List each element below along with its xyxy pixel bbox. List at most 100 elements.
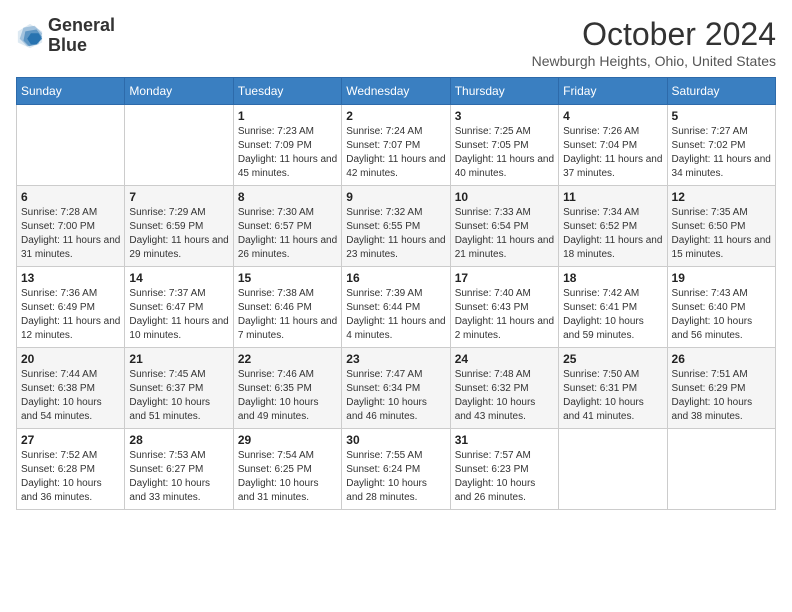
day-info: Sunrise: 7:42 AMSunset: 6:41 PMDaylight:…: [563, 287, 662, 343]
day-info: Sunrise: 7:54 AMSunset: 6:25 PMDaylight:…: [238, 449, 337, 505]
month-title: October 2024: [532, 16, 776, 53]
day-info: Sunrise: 7:48 AMSunset: 6:32 PMDaylight:…: [455, 368, 554, 424]
day-cell: 7 Sunrise: 7:29 AMSunset: 6:59 PMDaylight…: [125, 186, 233, 267]
day-cell: 24 Sunrise: 7:48 AMSunset: 6:32 PMDayligh…: [450, 348, 558, 429]
day-number: 3: [455, 109, 554, 123]
day-info: Sunrise: 7:37 AMSunset: 6:47 PMDaylight:…: [129, 287, 228, 343]
day-number: 27: [21, 433, 120, 447]
day-cell: 6 Sunrise: 7:28 AMSunset: 7:00 PMDaylight…: [17, 186, 125, 267]
day-number: 14: [129, 271, 228, 285]
day-cell: 27 Sunrise: 7:52 AMSunset: 6:28 PMDayligh…: [17, 429, 125, 510]
day-number: 16: [346, 271, 445, 285]
day-info: Sunrise: 7:53 AMSunset: 6:27 PMDaylight:…: [129, 449, 228, 505]
day-cell: 22Sunrise: 7:46 AMSunset: 6:35 PMDayligh…: [233, 348, 341, 429]
day-info: Sunrise: 7:36 AMSunset: 6:49 PMDaylight:…: [21, 287, 120, 343]
day-cell: [667, 429, 775, 510]
day-number: 11: [563, 190, 662, 204]
day-info: Sunrise: 7:32 AMSunset: 6:55 PMDaylight:…: [346, 206, 445, 262]
day-number: 20: [21, 352, 120, 366]
day-info: Sunrise: 7:33 AMSunset: 6:54 PMDaylight:…: [455, 206, 554, 262]
day-info: Sunrise: 7:29 AMSunset: 6:59 PMDaylight:…: [129, 206, 228, 262]
day-number: 30: [346, 433, 445, 447]
weekday-header-sunday: Sunday: [17, 78, 125, 105]
day-number: 29: [238, 433, 337, 447]
weekday-header-tuesday: Tuesday: [233, 78, 341, 105]
logo-icon: [16, 22, 44, 50]
day-cell: 13Sunrise: 7:36 AMSunset: 6:49 PMDayligh…: [17, 267, 125, 348]
day-cell: 10Sunrise: 7:33 AMSunset: 6:54 PMDayligh…: [450, 186, 558, 267]
day-cell: 19 Sunrise: 7:43 AMSunset: 6:40 PMDayligh…: [667, 267, 775, 348]
week-row-1: 1Sunrise: 7:23 AMSunset: 7:09 PMDaylight…: [17, 105, 776, 186]
weekday-header-row: SundayMondayTuesdayWednesdayThursdayFrid…: [17, 78, 776, 105]
day-info: Sunrise: 7:39 AMSunset: 6:44 PMDaylight:…: [346, 287, 445, 343]
title-section: October 2024 Newburgh Heights, Ohio, Uni…: [532, 16, 776, 69]
day-number: 26: [672, 352, 771, 366]
day-cell: 1Sunrise: 7:23 AMSunset: 7:09 PMDaylight…: [233, 105, 341, 186]
day-number: 9: [346, 190, 445, 204]
day-info: Sunrise: 7:52 AMSunset: 6:28 PMDaylight:…: [21, 449, 120, 505]
day-number: 24: [455, 352, 554, 366]
day-info: Sunrise: 7:27 AMSunset: 7:02 PMDaylight:…: [672, 125, 771, 181]
day-cell: 25 Sunrise: 7:50 AMSunset: 6:31 PMDayligh…: [559, 348, 667, 429]
day-number: 2: [346, 109, 445, 123]
day-cell: 23 Sunrise: 7:47 AMSunset: 6:34 PMDayligh…: [342, 348, 450, 429]
day-number: 5: [672, 109, 771, 123]
day-info: Sunrise: 7:38 AMSunset: 6:46 PMDaylight:…: [238, 287, 337, 343]
day-info: Sunrise: 7:23 AMSunset: 7:09 PMDaylight:…: [238, 125, 337, 181]
day-cell: 2 Sunrise: 7:24 AMSunset: 7:07 PMDaylight…: [342, 105, 450, 186]
day-cell: [125, 105, 233, 186]
day-number: 21: [129, 352, 228, 366]
day-info: Sunrise: 7:57 AMSunset: 6:23 PMDaylight:…: [455, 449, 554, 505]
day-cell: 14 Sunrise: 7:37 AMSunset: 6:47 PMDayligh…: [125, 267, 233, 348]
day-cell: 9 Sunrise: 7:32 AMSunset: 6:55 PMDaylight…: [342, 186, 450, 267]
logo-line2: Blue: [48, 36, 115, 56]
day-cell: 26 Sunrise: 7:51 AMSunset: 6:29 PMDayligh…: [667, 348, 775, 429]
day-info: Sunrise: 7:45 AMSunset: 6:37 PMDaylight:…: [129, 368, 228, 424]
day-cell: [17, 105, 125, 186]
day-cell: 4 Sunrise: 7:26 AMSunset: 7:04 PMDaylight…: [559, 105, 667, 186]
logo-line1: General: [48, 16, 115, 36]
day-cell: 8 Sunrise: 7:30 AMSunset: 6:57 PMDaylight…: [233, 186, 341, 267]
day-info: Sunrise: 7:28 AMSunset: 7:00 PMDaylight:…: [21, 206, 120, 262]
day-number: 19: [672, 271, 771, 285]
day-number: 23: [346, 352, 445, 366]
day-number: 17: [455, 271, 554, 285]
day-cell: 12Sunrise: 7:35 AMSunset: 6:50 PMDayligh…: [667, 186, 775, 267]
day-info: Sunrise: 7:50 AMSunset: 6:31 PMDaylight:…: [563, 368, 662, 424]
day-cell: 31 Sunrise: 7:57 AMSunset: 6:23 PMDayligh…: [450, 429, 558, 510]
day-cell: 20 Sunrise: 7:44 AMSunset: 6:38 PMDayligh…: [17, 348, 125, 429]
day-number: 7: [129, 190, 228, 204]
day-number: 22: [238, 352, 337, 366]
day-info: Sunrise: 7:43 AMSunset: 6:40 PMDaylight:…: [672, 287, 771, 343]
week-row-2: 6 Sunrise: 7:28 AMSunset: 7:00 PMDaylight…: [17, 186, 776, 267]
day-info: Sunrise: 7:24 AMSunset: 7:07 PMDaylight:…: [346, 125, 445, 181]
day-cell: 17Sunrise: 7:40 AMSunset: 6:43 PMDayligh…: [450, 267, 558, 348]
day-cell: 30 Sunrise: 7:55 AMSunset: 6:24 PMDayligh…: [342, 429, 450, 510]
day-cell: 18 Sunrise: 7:42 AMSunset: 6:41 PMDayligh…: [559, 267, 667, 348]
day-number: 6: [21, 190, 120, 204]
day-info: Sunrise: 7:55 AMSunset: 6:24 PMDaylight:…: [346, 449, 445, 505]
week-row-3: 13Sunrise: 7:36 AMSunset: 6:49 PMDayligh…: [17, 267, 776, 348]
day-cell: 3 Sunrise: 7:25 AMSunset: 7:05 PMDaylight…: [450, 105, 558, 186]
day-number: 18: [563, 271, 662, 285]
day-cell: 29 Sunrise: 7:54 AMSunset: 6:25 PMDayligh…: [233, 429, 341, 510]
day-info: Sunrise: 7:44 AMSunset: 6:38 PMDaylight:…: [21, 368, 120, 424]
weekday-header-monday: Monday: [125, 78, 233, 105]
day-number: 4: [563, 109, 662, 123]
day-info: Sunrise: 7:26 AMSunset: 7:04 PMDaylight:…: [563, 125, 662, 181]
day-number: 31: [455, 433, 554, 447]
day-number: 28: [129, 433, 228, 447]
day-info: Sunrise: 7:30 AMSunset: 6:57 PMDaylight:…: [238, 206, 337, 262]
day-info: Sunrise: 7:51 AMSunset: 6:29 PMDaylight:…: [672, 368, 771, 424]
day-info: Sunrise: 7:25 AMSunset: 7:05 PMDaylight:…: [455, 125, 554, 181]
logo-text: General Blue: [48, 16, 115, 56]
day-number: 25: [563, 352, 662, 366]
day-cell: 28 Sunrise: 7:53 AMSunset: 6:27 PMDayligh…: [125, 429, 233, 510]
day-number: 8: [238, 190, 337, 204]
weekday-header-saturday: Saturday: [667, 78, 775, 105]
day-info: Sunrise: 7:34 AMSunset: 6:52 PMDaylight:…: [563, 206, 662, 262]
day-info: Sunrise: 7:35 AMSunset: 6:50 PMDaylight:…: [672, 206, 771, 262]
day-cell: [559, 429, 667, 510]
day-cell: 16 Sunrise: 7:39 AMSunset: 6:44 PMDayligh…: [342, 267, 450, 348]
day-info: Sunrise: 7:47 AMSunset: 6:34 PMDaylight:…: [346, 368, 445, 424]
